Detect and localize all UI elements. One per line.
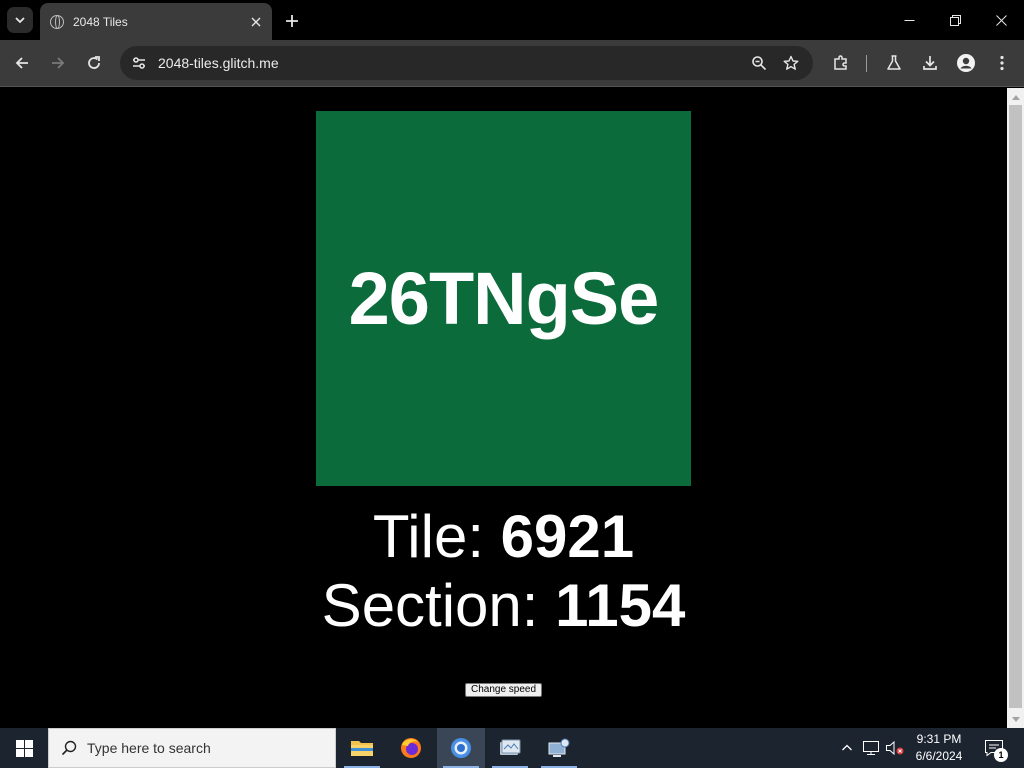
close-icon (251, 17, 261, 26)
forward-button[interactable] (43, 48, 73, 78)
back-button[interactable] (7, 48, 37, 78)
chevron-up-icon (842, 744, 852, 751)
scroll-down-button[interactable] (1007, 711, 1024, 728)
change-speed-button[interactable]: Change speed (465, 683, 543, 697)
windows-taskbar: Type here to search 9:31 PM 6/6/2024 1 (0, 728, 1024, 768)
section-label: Section: (321, 572, 556, 639)
page-content: 26TNgSe Tile: 6921 Section: 1154 Change … (0, 88, 1007, 728)
tile-info-line: Tile: 6921 (0, 502, 1007, 571)
site-info-button[interactable] (122, 46, 156, 80)
search-icon (61, 740, 77, 756)
taskbar-remote-desktop[interactable] (486, 728, 534, 768)
show-hidden-icons-button[interactable] (837, 738, 857, 758)
flask-icon (887, 55, 901, 70)
clock-date: 6/6/2024 (915, 749, 963, 763)
labs-button[interactable] (879, 48, 909, 78)
section-info-line: Section: 1154 (0, 571, 1007, 640)
close-icon (995, 14, 1007, 26)
bookmark-button[interactable] (775, 47, 807, 79)
tile-number: 6921 (500, 503, 635, 570)
tab-close-button[interactable] (248, 14, 264, 30)
scroll-up-button[interactable] (1007, 88, 1024, 105)
tune-icon (133, 57, 145, 69)
section-number: 1154 (555, 572, 686, 639)
network-app-icon (548, 738, 570, 757)
restore-button[interactable] (932, 0, 978, 40)
system-clock[interactable]: 9:31 PM 6/6/2024 (906, 731, 972, 765)
address-bar[interactable]: 2048-tiles.glitch.me (120, 46, 813, 80)
network-icon (863, 741, 879, 755)
reload-button[interactable] (79, 48, 109, 78)
tile-label: Tile: (372, 503, 501, 570)
toolbar-divider (866, 55, 867, 72)
search-placeholder: Type here to search (87, 740, 211, 756)
account-icon (957, 54, 975, 72)
minimize-button[interactable] (886, 0, 932, 40)
taskbar-file-explorer[interactable] (338, 728, 386, 768)
downloads-button[interactable] (915, 48, 945, 78)
globe-icon (50, 14, 64, 29)
scroll-thumb[interactable] (1009, 105, 1022, 708)
tile-code: 26TNgSe (348, 257, 660, 340)
arrow-right-icon (52, 57, 65, 69)
reload-icon (88, 56, 100, 69)
network-status-button[interactable] (861, 738, 881, 758)
zoom-button[interactable] (743, 47, 775, 79)
arrow-left-icon (15, 57, 28, 69)
taskbar-firefox[interactable] (387, 728, 435, 768)
volume-button[interactable] (885, 738, 905, 758)
menu-button[interactable] (987, 48, 1017, 78)
new-tab-button[interactable] (280, 9, 304, 33)
profile-button[interactable] (951, 48, 981, 78)
star-icon (783, 55, 799, 70)
firefox-icon (401, 738, 421, 758)
file-explorer-icon (351, 741, 373, 756)
puzzle-icon (834, 55, 847, 70)
taskbar-search-box[interactable]: Type here to search (48, 728, 336, 768)
extensions-button[interactable] (826, 48, 856, 78)
download-icon (923, 56, 937, 70)
tab-title: 2048 Tiles (73, 14, 128, 29)
chrome-icon (451, 738, 471, 758)
taskbar-chrome[interactable] (437, 728, 485, 768)
restore-icon (949, 14, 961, 26)
browser-toolbar: 2048-tiles.glitch.me (0, 40, 1024, 87)
close-window-button[interactable] (978, 0, 1024, 40)
tab-search-button[interactable] (7, 7, 33, 33)
triangle-up-icon (1011, 94, 1020, 100)
start-button[interactable] (0, 728, 48, 768)
page-scrollbar[interactable] (1007, 88, 1024, 728)
windows-logo-icon (15, 739, 33, 757)
clock-time: 9:31 PM (916, 732, 962, 746)
notification-count-badge: 1 (994, 748, 1008, 762)
plus-icon (286, 15, 298, 27)
browser-title-bar: 2048 Tiles (0, 0, 1024, 40)
browser-tab[interactable]: 2048 Tiles (40, 3, 272, 40)
triangle-down-icon (1011, 716, 1020, 722)
more-vertical-icon (1000, 55, 1004, 71)
chevron-down-icon (15, 17, 25, 24)
taskbar-network-app[interactable] (535, 728, 583, 768)
volume-muted-icon (886, 740, 904, 756)
minimize-icon (904, 19, 914, 21)
zoom-icon (752, 56, 767, 71)
url-text[interactable]: 2048-tiles.glitch.me (158, 55, 743, 71)
tile-display: 26TNgSe (316, 111, 691, 486)
remote-desktop-icon (500, 739, 521, 755)
